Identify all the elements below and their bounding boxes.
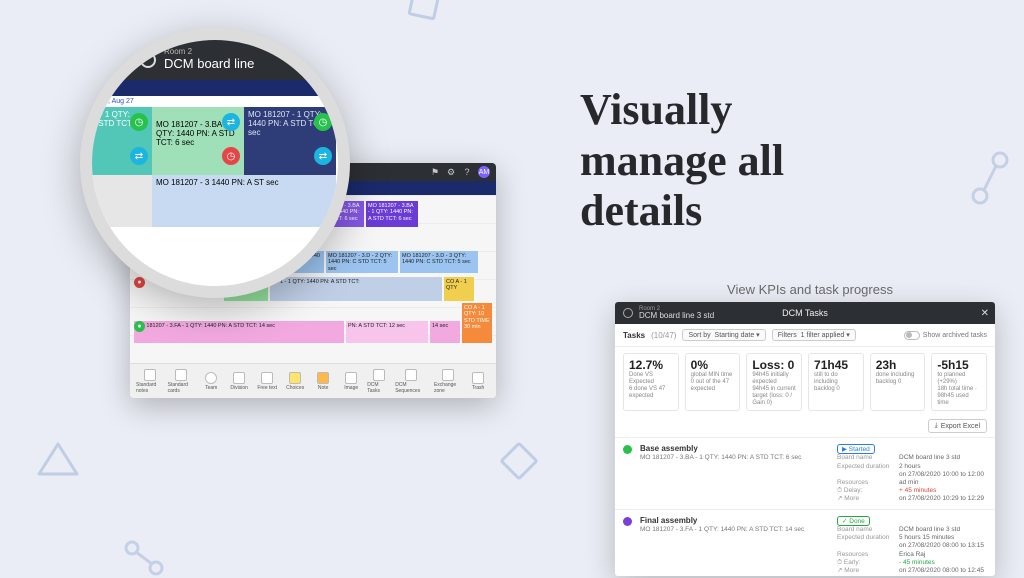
bg-shape-square xyxy=(407,0,440,21)
bg-shape-triangle xyxy=(35,440,81,480)
kpi-card: -5h15to planned (+29%)18h total time · 9… xyxy=(931,353,987,411)
gear-icon[interactable]: ⚙ xyxy=(446,167,456,177)
tool-choices[interactable]: Choices xyxy=(283,372,307,391)
kpi-row: 12.7%Done VS Expected6 done VS 47 expect… xyxy=(615,347,995,417)
task-filter-bar: Tasks (10/47) Sort by Starting date ▾ Fi… xyxy=(615,324,995,347)
swap-icon: ⇄ xyxy=(314,147,332,165)
task-item[interactable]: Final assembly MO 181207 - 3.FA - 1 QTY:… xyxy=(615,509,995,576)
board-card[interactable]: 3.F1 - 1 QTY: 1440 PN: A STD TCT: xyxy=(270,277,442,301)
task-code: MO 181207 - 3.FA - 1 QTY: 1440 PN: A STD… xyxy=(640,526,829,533)
clock-icon: ◷ xyxy=(314,113,332,131)
kpi-card: Loss: 094h45 initially expected94h45 in … xyxy=(746,353,802,411)
caption: View KPIs and task progress xyxy=(620,282,1000,297)
help-icon[interactable]: ? xyxy=(462,167,472,177)
swap-icon: ⇄ xyxy=(222,113,240,131)
close-icon[interactable]: ✕ xyxy=(981,308,989,319)
status-badge: ✓ Done xyxy=(837,516,870,526)
task-list: Base assembly MO 181207 - 3.BA - 1 QTY: … xyxy=(615,437,995,576)
board-toolbar: Standard notes Standard cards Team Divis… xyxy=(130,363,496,398)
task-window: Room 2 DCM board line 3 std DCM Tasks ✕ … xyxy=(615,302,995,576)
task-center-title: DCM Tasks xyxy=(782,308,828,318)
bg-shape-diamond xyxy=(499,441,539,481)
board-card[interactable]: MO 181207 - 3.D - 3 QTY: 1440 PN: C STD … xyxy=(400,251,478,273)
sortby-dropdown[interactable]: Sort by Starting date ▾ xyxy=(682,329,765,341)
headline-line: details xyxy=(580,186,702,235)
task-name: Final assembly xyxy=(640,516,829,525)
task-topbar: Room 2 DCM board line 3 std DCM Tasks ✕ xyxy=(615,302,995,324)
board-card[interactable]: CO A - 1 QTY: 10 STD TIME 30 min xyxy=(462,303,492,343)
tool-standard-notes[interactable]: Standard notes xyxy=(136,369,164,394)
board-card[interactable]: 14 sec xyxy=(430,321,460,343)
tool-trash[interactable]: Trash xyxy=(466,372,490,391)
mag-card-empty[interactable] xyxy=(80,175,152,227)
tasks-label: Tasks xyxy=(623,331,645,340)
headline-line: manage all xyxy=(580,136,784,185)
tool-division[interactable]: Division xyxy=(227,372,251,391)
task-board-title: DCM board line 3 std xyxy=(639,312,714,320)
kpi-card: 0%global MIN time0 out of the 47 expecte… xyxy=(685,353,741,411)
tool-standard-cards[interactable]: Standard cards xyxy=(168,369,196,394)
board-title: DCM board line xyxy=(164,56,254,71)
task-dot xyxy=(623,517,632,526)
bg-shape-molecule xyxy=(970,150,1014,206)
clock-icon: ◷ xyxy=(130,113,148,131)
mag-navstrip xyxy=(92,80,338,96)
kpi-card: 71h45still to doincluding backlog 0 xyxy=(808,353,864,411)
mag-date-label: Thu, Aug 27 xyxy=(92,96,338,107)
globe-icon xyxy=(623,308,633,318)
mag-card[interactable]: MO 181207 - 3 1440 PN: A ST sec xyxy=(152,175,336,227)
headline: Visually manage all details xyxy=(580,85,960,237)
board-card[interactable]: MO 181207 - 3.FA - 1 QTY: 1440 PN: A STD… xyxy=(134,321,344,343)
show-archived-toggle[interactable]: Show archived tasks xyxy=(904,331,987,340)
tool-dcm-sequences[interactable]: DCM Sequences xyxy=(395,369,426,394)
board-card[interactable]: PN: A STD TCT: 12 sec xyxy=(346,321,428,343)
task-code: MO 181207 - 3.BA - 1 QTY: 1440 PN: A STD… xyxy=(640,454,829,461)
task-name: Base assembly xyxy=(640,444,829,453)
task-dot xyxy=(623,445,632,454)
tool-note[interactable]: Note xyxy=(311,372,335,391)
kpi-card: 12.7%Done VS Expected6 done VS 47 expect… xyxy=(623,353,679,411)
flag-icon[interactable]: ⚑ xyxy=(430,167,440,177)
tool-dcm-tasks[interactable]: DCM Tasks xyxy=(367,369,391,394)
tool-team[interactable]: Team xyxy=(199,372,223,391)
kpi-card: 23hdone includingbacklog 0 xyxy=(870,353,926,411)
status-badge: ▶ Started xyxy=(837,444,875,454)
export-excel-button[interactable]: ⤓ Export Excel xyxy=(928,419,987,433)
filters-dropdown[interactable]: Filters 1 filter applied ▾ xyxy=(772,329,856,341)
tool-free-text[interactable]: Free text xyxy=(255,372,279,391)
mag-grid: MO 181207 - 1 QTY: 1440 PN: A STD TCT: 1… xyxy=(92,107,338,267)
magnifier-lens: Room 2 DCM board line Thu, Aug 27 MO 181… xyxy=(80,28,350,298)
board-card[interactable]: MO 181207 - 3.BA - 1 QTY: 1440 PN: A STD… xyxy=(366,201,418,227)
bg-shape-molecule-2 xyxy=(122,538,166,578)
globe-icon xyxy=(140,52,156,68)
status-chip-green: ● xyxy=(134,321,145,332)
tool-exchange-zone[interactable]: Exchange zone xyxy=(434,369,462,394)
clock-icon: ◷ xyxy=(222,147,240,165)
swap-icon: ⇄ xyxy=(130,147,148,165)
tasks-count: (10/47) xyxy=(651,331,676,340)
headline-line: Visually xyxy=(580,85,732,134)
board-card[interactable]: CO A - 1 QTY xyxy=(444,277,474,301)
avatar[interactable]: AM xyxy=(478,166,490,178)
mag-topbar: Room 2 DCM board line xyxy=(92,40,338,80)
status-chip-red: ● xyxy=(134,277,145,288)
tool-image[interactable]: Image xyxy=(339,372,363,391)
task-item[interactable]: Base assembly MO 181207 - 3.BA - 1 QTY: … xyxy=(615,437,995,509)
